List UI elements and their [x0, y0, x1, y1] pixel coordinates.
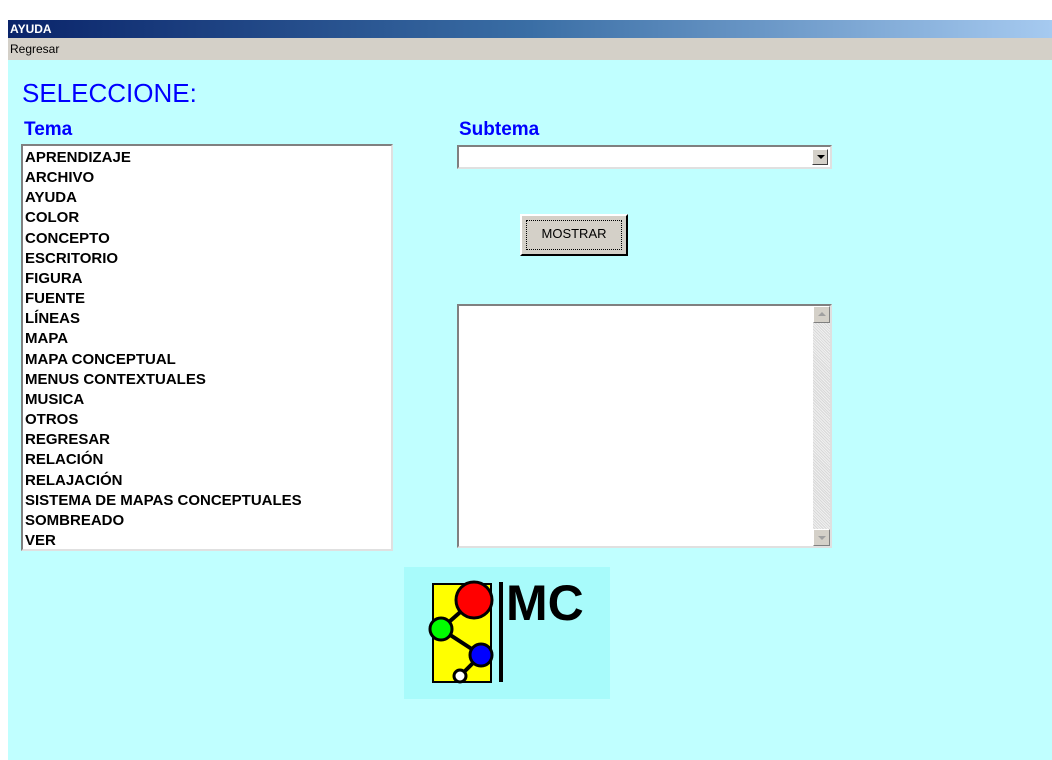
list-item[interactable]: RELAJACIÓN — [23, 471, 391, 491]
list-item[interactable]: SISTEMA DE MAPAS CONCEPTUALES — [23, 491, 391, 511]
list-item[interactable]: ARCHIVO — [23, 168, 391, 188]
logo-red-node — [454, 580, 494, 620]
title-bar: AYUDA — [8, 20, 1052, 38]
list-item[interactable]: FIGURA — [23, 269, 391, 289]
logo-graphic: MC — [428, 575, 584, 684]
tema-label: Tema — [24, 119, 73, 140]
chevron-down-icon[interactable] — [812, 149, 828, 165]
menu-bar: Regresar — [8, 38, 1052, 60]
page-heading: SELECCIONE: — [22, 78, 197, 108]
list-item[interactable]: FUENTE — [23, 289, 391, 309]
list-item[interactable]: LÍNEAS — [23, 309, 391, 329]
subtema-label: Subtema — [459, 119, 540, 140]
list-item[interactable]: VER — [23, 531, 391, 549]
logo-text: MC — [506, 575, 584, 631]
list-item[interactable]: REGRESAR — [23, 430, 391, 450]
list-item[interactable]: RELACIÓN — [23, 450, 391, 470]
window-title: AYUDA — [10, 22, 52, 36]
list-item[interactable]: OTROS — [23, 410, 391, 430]
list-item[interactable]: CONCEPTO — [23, 229, 391, 249]
list-item[interactable]: MAPA — [23, 329, 391, 349]
list-item[interactable]: AYUDA — [23, 188, 391, 208]
list-item[interactable]: MAPA CONCEPTUAL — [23, 350, 391, 370]
help-text-area[interactable] — [457, 304, 832, 548]
logo-green-node — [428, 616, 454, 642]
scroll-up-icon[interactable] — [813, 306, 830, 323]
logo-blue-node — [468, 642, 494, 668]
list-item[interactable]: MUSICA — [23, 390, 391, 410]
tema-listbox[interactable]: APRENDIZAJE ARCHIVO AYUDA COLOR CONCEPTO ESCR… — [21, 144, 393, 551]
list-item[interactable]: COLOR — [23, 208, 391, 228]
subtema-select[interactable] — [457, 145, 832, 169]
list-item[interactable]: SOMBREADO — [23, 511, 391, 531]
logo-white-node — [452, 668, 468, 684]
vertical-scrollbar[interactable] — [813, 306, 830, 546]
scroll-down-icon[interactable] — [813, 529, 830, 546]
concept-map-logo: MC — [404, 567, 610, 699]
menu-item-regresar[interactable]: Regresar — [8, 42, 59, 56]
show-button[interactable]: MOSTRAR — [520, 214, 628, 256]
list-item[interactable]: ESCRITORIO — [23, 249, 391, 269]
list-item[interactable]: APRENDIZAJE — [23, 148, 391, 168]
list-item[interactable]: MENUS CONTEXTUALES — [23, 370, 391, 390]
